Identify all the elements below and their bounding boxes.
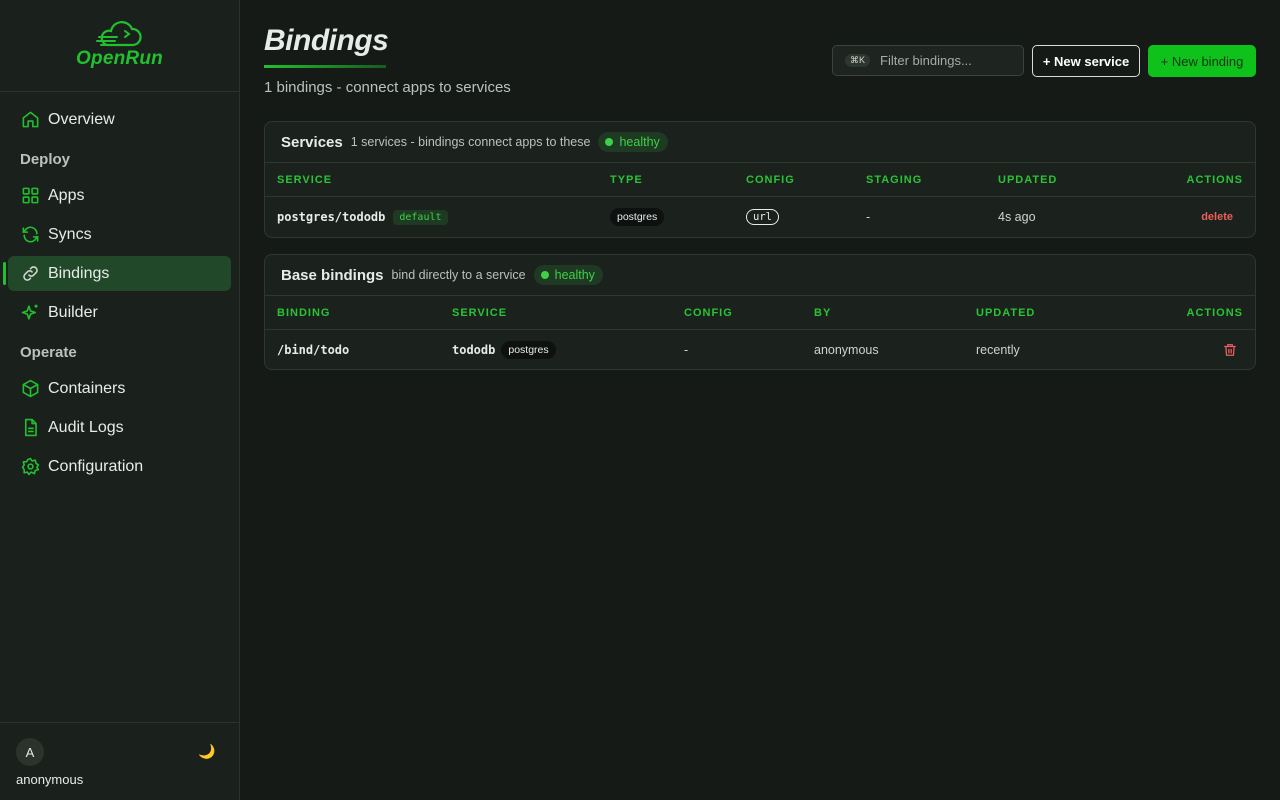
page-subtitle: 1 bindings - connect apps to services — [264, 79, 511, 96]
base-bindings-card-header: Base bindings bind directly to a service… — [265, 255, 1255, 296]
column-header: TYPE — [610, 174, 643, 186]
column-header: CONFIG — [684, 307, 733, 319]
shortcut-hint: ⌘K — [845, 54, 871, 67]
file-text-icon — [20, 418, 40, 438]
service-name[interactable]: postgres/tododb — [277, 210, 385, 224]
page-title: Bindings — [264, 24, 389, 57]
sidebar-item-syncs[interactable]: Syncs — [8, 217, 231, 252]
column-header: UPDATED — [998, 174, 1058, 186]
status-dot-icon — [605, 138, 614, 146]
binding-path[interactable]: /bind/todo — [277, 343, 349, 357]
updated-cell: 4s ago — [998, 210, 1036, 224]
title-underline — [264, 65, 386, 68]
trash-icon[interactable] — [1223, 343, 1237, 357]
sidebar-nav: Overview Deploy Apps Syncs Bindings Buil — [3, 102, 231, 488]
sidebar-item-label: Overview — [48, 110, 115, 128]
column-header: UPDATED — [976, 307, 1036, 319]
sidebar-section-operate: Operate — [20, 344, 77, 361]
moon-icon[interactable]: 🌙 — [198, 743, 215, 760]
type-pill: postgres — [610, 208, 665, 226]
service-cell: postgres/tododb default — [277, 197, 448, 237]
actions-cell — [1223, 330, 1237, 369]
grid-icon — [20, 186, 40, 206]
sidebar-item-label: Syncs — [48, 225, 92, 243]
home-icon — [20, 110, 40, 130]
refresh-icon — [20, 225, 40, 245]
sidebar-item-builder[interactable]: Builder — [8, 295, 231, 330]
search-input[interactable] — [880, 53, 1021, 68]
column-header: SERVICE — [452, 307, 508, 319]
base-bindings-subtitle: bind directly to a service — [391, 268, 526, 282]
status-badge: healthy — [533, 265, 603, 285]
sidebar: OpenRun Overview Deploy Apps Syncs Bindi… — [0, 0, 240, 800]
sidebar-item-overview[interactable]: Overview — [8, 102, 231, 137]
sidebar-item-label: Audit Logs — [48, 418, 124, 436]
new-service-button[interactable]: + New service — [1032, 45, 1140, 77]
sidebar-item-label: Builder — [48, 303, 98, 321]
column-header: SERVICE — [277, 174, 333, 186]
bindings-table-header: BINDING SERVICE CONFIG BY UPDATED ACTION… — [265, 296, 1255, 330]
user-name: anonymous — [16, 772, 84, 787]
column-header: STAGING — [866, 174, 923, 186]
box-icon — [20, 379, 40, 399]
cloud-logo-icon — [95, 21, 142, 47]
status-badge: healthy — [598, 132, 668, 152]
updated-cell: recently — [976, 343, 1020, 357]
table-row: postgres/tododb default postgres url - 4… — [265, 197, 1255, 237]
sidebar-item-audit-logs[interactable]: Audit Logs — [8, 410, 231, 445]
sidebar-item-bindings[interactable]: Bindings — [3, 256, 231, 291]
base-bindings-card: Base bindings bind directly to a service… — [264, 254, 1256, 370]
services-card-header: Services 1 services - bindings connect a… — [265, 122, 1255, 163]
config-pill[interactable]: url — [746, 209, 779, 225]
column-header: BY — [814, 307, 832, 319]
status-text: healthy — [554, 268, 595, 282]
config-cell: url — [746, 197, 779, 237]
services-subtitle: 1 services - bindings connect apps to th… — [350, 135, 591, 149]
table-row: /bind/todo tododb postgres - anonymous r… — [265, 330, 1255, 369]
column-header: BINDING — [277, 307, 331, 319]
sidebar-item-label: Bindings — [48, 264, 110, 282]
sidebar-section-deploy: Deploy — [20, 151, 71, 168]
new-binding-button[interactable]: + New binding — [1148, 45, 1256, 77]
sparkles-icon — [20, 303, 40, 323]
sidebar-item-label: Apps — [48, 186, 85, 204]
logo[interactable]: OpenRun — [0, 0, 239, 92]
actions-cell: delete — [1201, 197, 1233, 237]
avatar[interactable]: A — [16, 738, 44, 766]
gear-icon — [20, 457, 40, 477]
binding-cell: /bind/todo — [277, 330, 349, 369]
services-card: Services 1 services - bindings connect a… — [264, 121, 1256, 238]
sidebar-item-containers[interactable]: Containers — [8, 371, 231, 406]
service-type-pill: postgres — [501, 341, 556, 359]
column-header: ACTIONS — [1186, 307, 1243, 319]
sidebar-item-label: Containers — [48, 379, 126, 397]
status-dot-icon — [540, 271, 549, 279]
brand-name: OpenRun — [76, 48, 163, 69]
services-table-header: SERVICE TYPE CONFIG STAGING UPDATED ACTI… — [265, 163, 1255, 197]
base-bindings-title: Base bindings — [281, 266, 384, 284]
link-icon — [20, 264, 40, 284]
by-cell: anonymous — [814, 343, 879, 357]
column-header: ACTIONS — [1186, 174, 1243, 186]
sidebar-item-apps[interactable]: Apps — [8, 178, 231, 213]
user-panel: A anonymous 🌙 — [0, 722, 239, 800]
sidebar-item-label: Configuration — [48, 457, 144, 475]
services-title: Services — [281, 133, 343, 151]
type-cell: postgres — [610, 197, 665, 237]
default-tag: default — [393, 209, 448, 225]
service-name[interactable]: tododb — [452, 343, 495, 357]
column-header: CONFIG — [746, 174, 795, 186]
staging-cell: - — [866, 210, 871, 224]
status-text: healthy — [619, 135, 660, 149]
sidebar-item-configuration[interactable]: Configuration — [8, 449, 231, 484]
filter-bindings-search[interactable]: ⌘K — [832, 45, 1024, 76]
config-cell: - — [684, 343, 689, 357]
service-cell: tododb postgres — [452, 330, 556, 369]
delete-service-button[interactable]: delete — [1201, 211, 1233, 223]
